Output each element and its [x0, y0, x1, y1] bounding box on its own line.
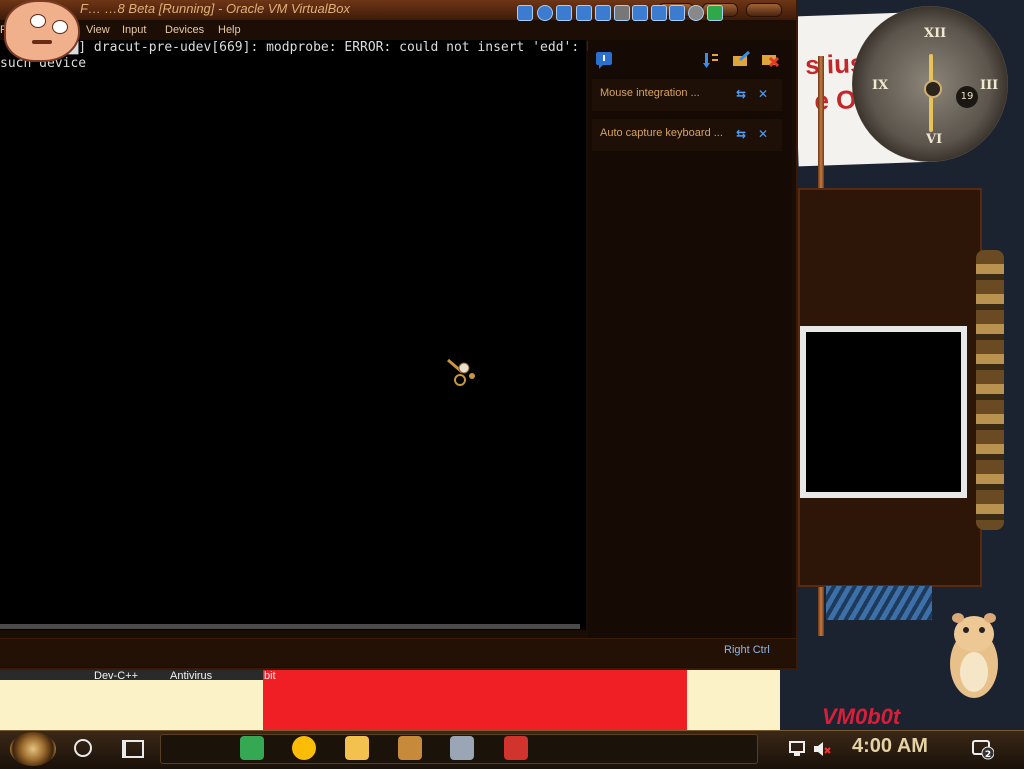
recording-icon[interactable] — [651, 5, 667, 21]
avatar-eye-right — [52, 20, 68, 34]
virtualization-icon[interactable] — [669, 5, 685, 21]
menu-input[interactable]: Input — [122, 24, 146, 36]
vm-console-screen[interactable] — [0, 40, 586, 630]
steampunk-mouse-cursor-icon — [447, 358, 475, 386]
host-key-label: Right Ctrl — [724, 644, 770, 656]
taskbar-clock[interactable]: 4:00 AM — [852, 735, 928, 758]
notification-settings-icon[interactable]: ⇆ — [734, 127, 748, 141]
notification-settings-icon[interactable]: ⇆ — [734, 87, 748, 101]
optical-drive-icon[interactable] — [537, 5, 553, 21]
clock-hub — [924, 80, 942, 98]
vm-status-bar — [0, 638, 796, 667]
avatar-mouth — [32, 40, 52, 44]
hard-disk-icon[interactable] — [517, 5, 533, 21]
audio-icon[interactable] — [556, 5, 572, 21]
menu-help[interactable]: Help — [218, 24, 241, 36]
notification-auto-capture-keyboard[interactable]: Auto capture keyboard ... ⇆ ✕ — [592, 119, 782, 151]
volume-muted-icon[interactable] — [812, 740, 832, 758]
avatar-eye-left — [30, 14, 46, 28]
close-button[interactable] — [746, 3, 782, 17]
console-line: such device — [0, 56, 87, 71]
cartoon-face-avatar — [4, 0, 80, 62]
window-title: F… …8 Beta [Running] - Oracle VM Virtual… — [80, 1, 350, 16]
hamster-mascot-image — [950, 613, 998, 698]
file-explorer-icon[interactable] — [345, 736, 369, 760]
task-view-icon[interactable] — [122, 740, 144, 758]
notification-mouse-integration[interactable]: Mouse integration ... ⇆ ✕ — [592, 79, 782, 111]
chrome-app-icon[interactable] — [292, 736, 316, 760]
display-icon[interactable] — [632, 5, 648, 21]
notification-text: Mouse integration ... — [600, 87, 700, 99]
background-window-screen — [800, 326, 967, 498]
notification-close-icon[interactable]: ✕ — [756, 87, 770, 101]
network-status-icon[interactable] — [788, 740, 808, 758]
steampunk-clock-widget[interactable]: XII III VI IX 19 — [852, 6, 1008, 162]
search-icon[interactable] — [74, 739, 92, 757]
usb-icon[interactable] — [595, 5, 611, 21]
desktop-icon-label-bit[interactable]: bit — [264, 670, 276, 682]
menu-view[interactable]: View — [86, 24, 110, 36]
poster-red-panel — [263, 668, 687, 730]
mark-all-read-icon[interactable] — [732, 51, 750, 69]
fedora-app-icon[interactable] — [504, 736, 528, 760]
mouse-integration-icon[interactable] — [688, 5, 704, 21]
desktop-icon-label-devcpp[interactable]: Dev-C++ — [94, 670, 138, 682]
notification-text: Auto capture keyboard ... — [600, 127, 723, 139]
clear-all-icon[interactable] — [761, 51, 779, 69]
notification-close-icon[interactable]: ✕ — [756, 127, 770, 141]
menu-devices[interactable]: Devices — [165, 24, 204, 36]
sort-icon[interactable] — [702, 51, 720, 69]
solar-panel-decoration — [826, 586, 932, 620]
clock-numeral-iii: III — [980, 78, 999, 93]
menu-bar: File View Input Devices Help — [0, 22, 796, 40]
clock-numeral-vi: VI — [926, 132, 943, 147]
clock-date-dial: 19 — [956, 86, 978, 108]
gear-column-decoration — [976, 250, 1004, 530]
message-icon[interactable] — [595, 51, 613, 69]
console-output: 48.████] dracut-pre-udev[669]: modprobe:… — [0, 40, 640, 72]
start-button[interactable] — [10, 732, 56, 766]
console-horizontal-scrollbar[interactable] — [0, 624, 580, 629]
console-line: 48.████] dracut-pre-udev[669]: modprobe:… — [0, 40, 603, 55]
clock-numeral-ix: IX — [872, 78, 889, 93]
virtualbox-app-icon[interactable] — [450, 736, 474, 760]
desktop-poster: Dev-C++ Antivirus bit — [0, 668, 780, 730]
vm-sticker-label: VM0b0t — [822, 704, 901, 729]
desktop-icon-label-antivirus[interactable]: Antivirus — [170, 670, 212, 682]
background-window[interactable] — [798, 188, 982, 587]
clock-numeral-xii: XII — [924, 26, 947, 41]
box-game-icon[interactable] — [398, 736, 422, 760]
shared-folders-icon[interactable] — [614, 5, 630, 21]
network-icon[interactable] — [576, 5, 592, 21]
host-key-icon[interactable] — [707, 5, 723, 21]
action-center-count: 2 — [985, 750, 991, 760]
action-center-icon[interactable]: 2 — [972, 738, 994, 760]
docs-app-icon[interactable] — [240, 736, 264, 760]
